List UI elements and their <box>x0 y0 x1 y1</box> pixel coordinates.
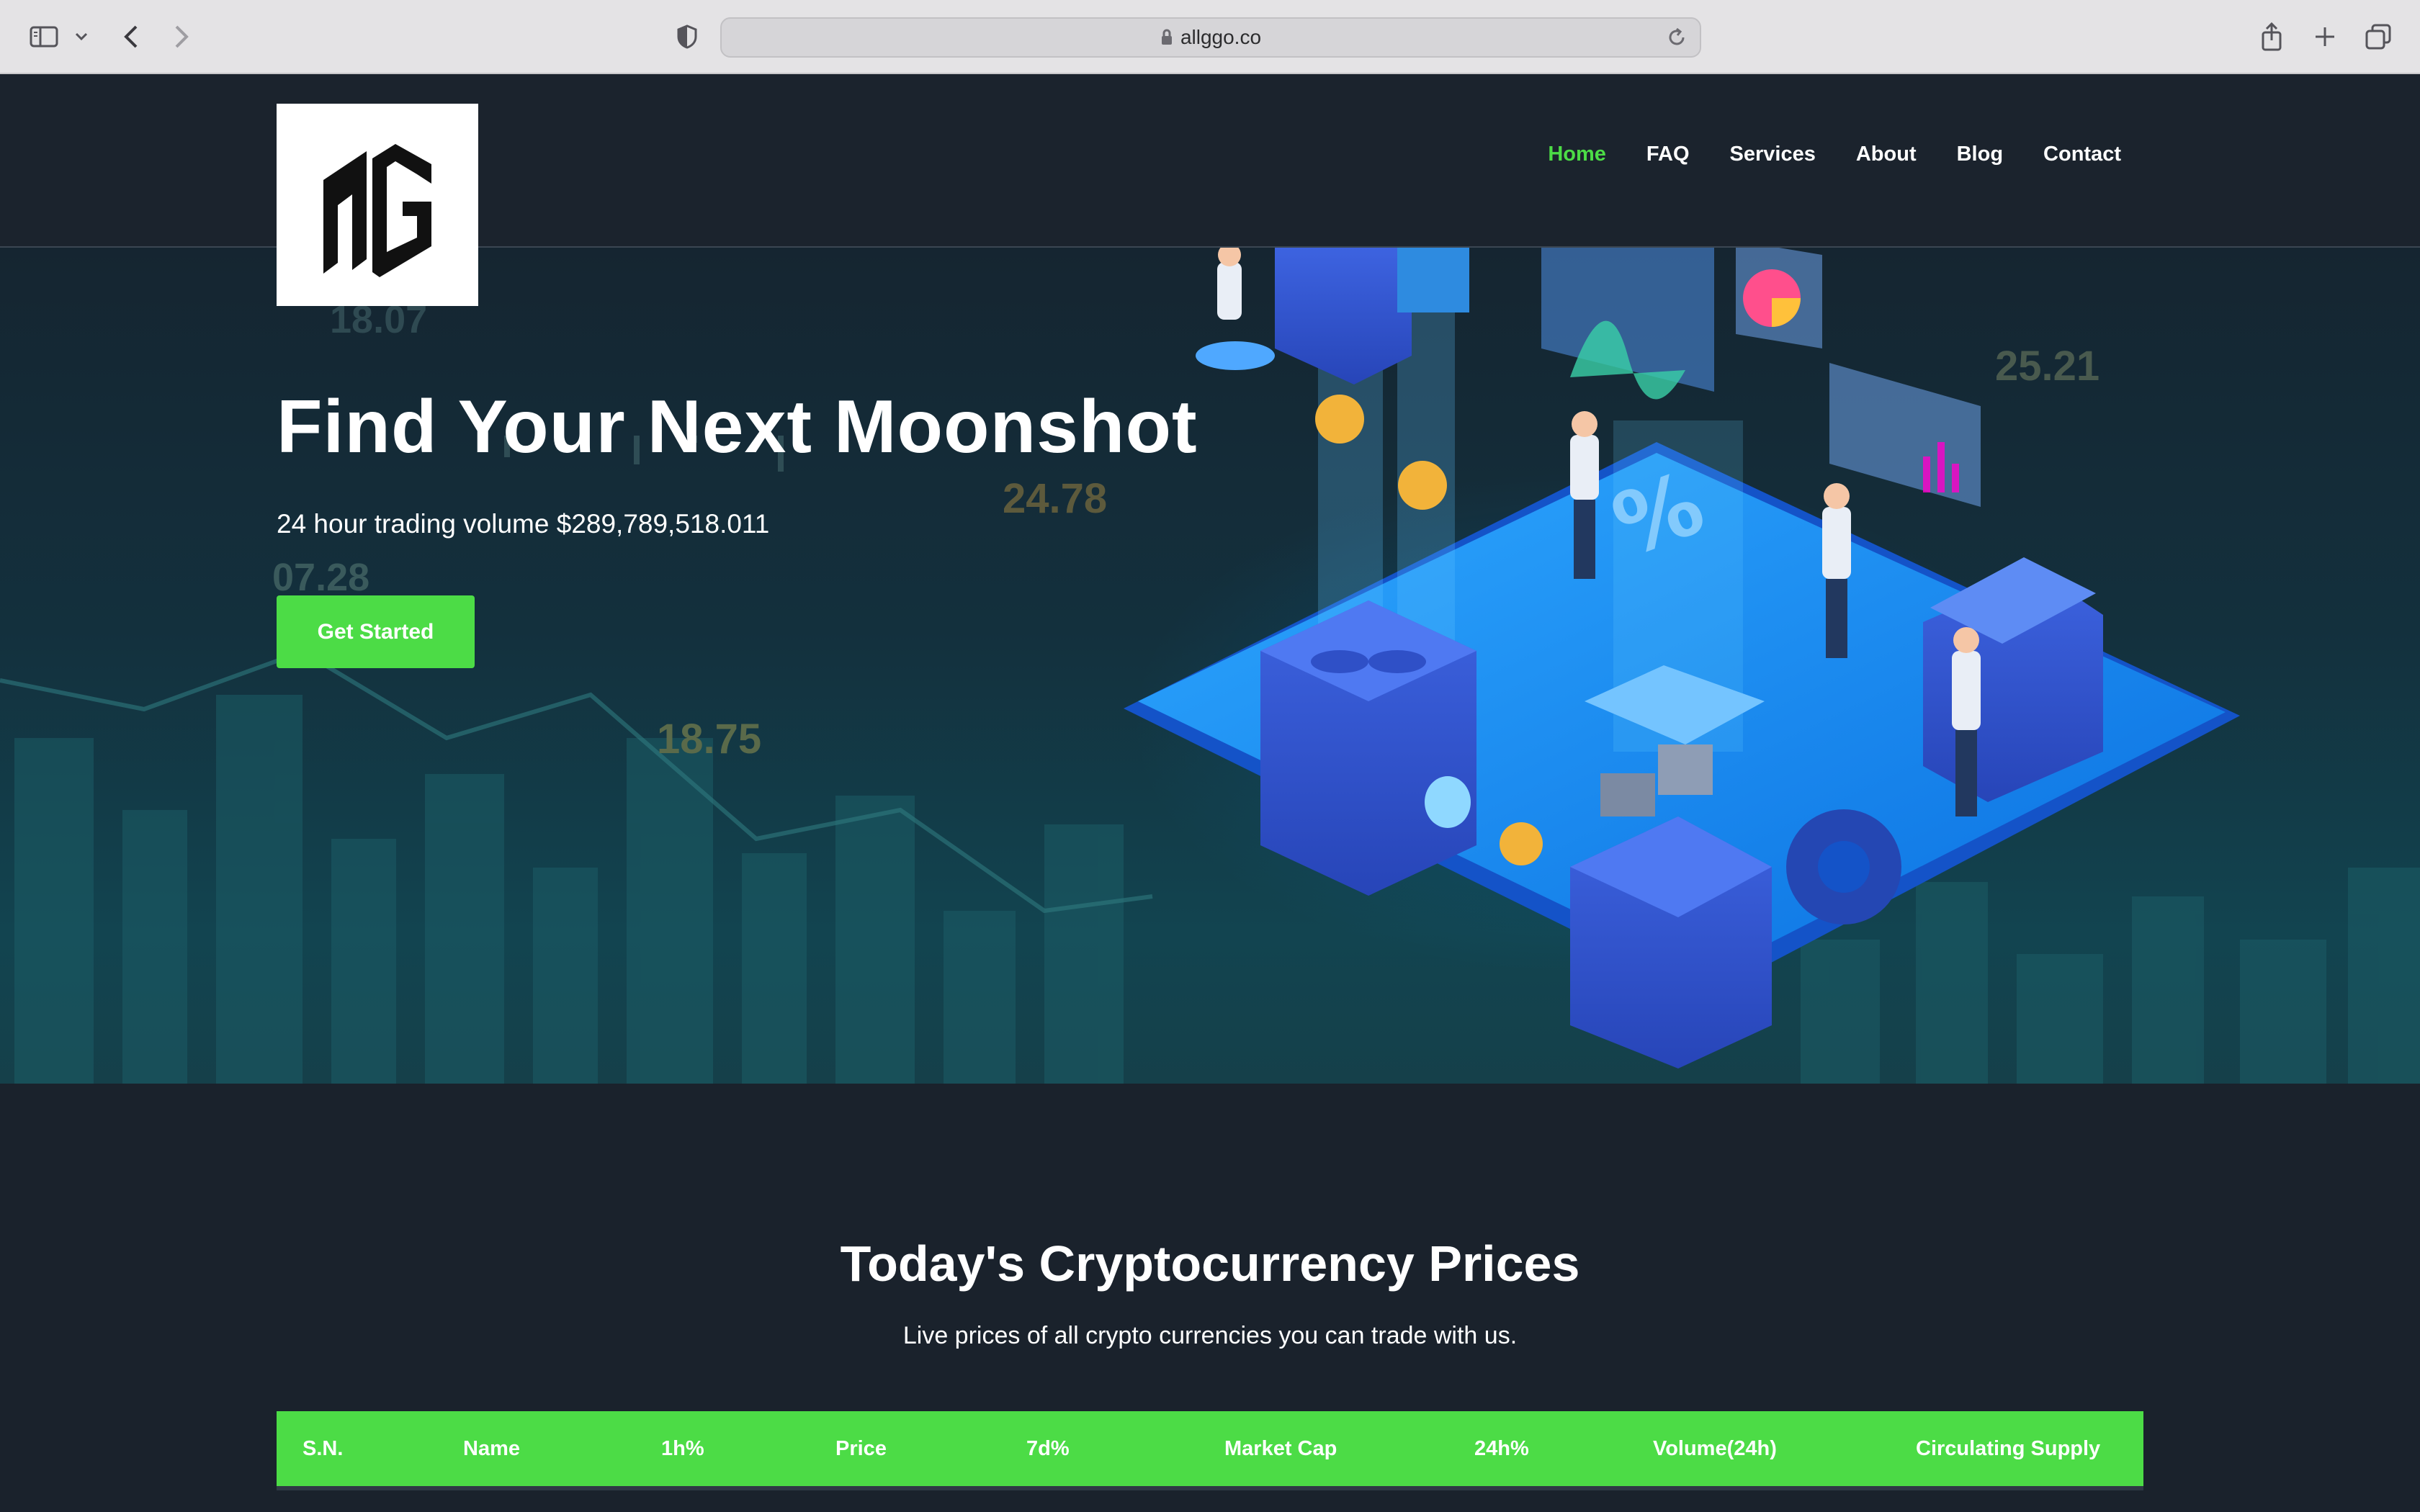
ag-logo-mark <box>323 143 431 277</box>
reload-icon[interactable] <box>1667 27 1687 48</box>
bg-number: 18.75 <box>657 716 762 762</box>
column-header-7d[interactable]: 7d% <box>1026 1411 1070 1486</box>
sidebar-icon[interactable] <box>26 19 62 55</box>
prices-table-header: S.N. Name 1h% Price 7d% Market Cap 24h% … <box>277 1411 2143 1490</box>
address-bar[interactable]: allggo.co <box>720 17 1701 58</box>
share-icon[interactable] <box>2257 19 2286 55</box>
nav-item-faq[interactable]: FAQ <box>1646 143 1690 166</box>
browser-toolbar: allggo.co <box>0 0 2420 74</box>
get-started-button[interactable]: Get Started <box>277 595 475 668</box>
hero-subtitle: 24 hour trading volume $289,789,518.011 <box>277 509 770 539</box>
hero-section: 18.07 24.78 07.28 18.75 25.21 % Home FAQ… <box>0 74 2420 1084</box>
column-header-volume-24h[interactable]: Volume(24h) <box>1653 1411 1777 1486</box>
forward-icon[interactable] <box>167 19 196 55</box>
column-header-1h[interactable]: 1h% <box>661 1411 704 1486</box>
nav-item-contact[interactable]: Contact <box>2043 143 2121 166</box>
nav-item-services[interactable]: Services <box>1730 143 1816 166</box>
column-header-name[interactable]: Name <box>463 1411 520 1486</box>
url-text: allggo.co <box>1180 26 1262 48</box>
nav-item-blog[interactable]: Blog <box>1957 143 2003 166</box>
column-header-market-cap[interactable]: Market Cap <box>1224 1411 1337 1486</box>
hero-title: Find Your Next Moonshot <box>277 385 1198 469</box>
new-tab-icon[interactable] <box>2311 19 2339 55</box>
website: 18.07 24.78 07.28 18.75 25.21 % Home FAQ… <box>0 74 2420 1512</box>
tab-overview-icon[interactable] <box>2364 19 2393 55</box>
back-icon[interactable] <box>117 19 145 55</box>
bg-number: 07.28 <box>272 556 370 599</box>
column-header-price[interactable]: Price <box>835 1411 887 1486</box>
main-nav: Home FAQ Services About Blog Contact <box>1507 143 2121 166</box>
crypto-platform-illustration: % <box>1124 248 2240 1068</box>
prices-section-title: Today's Cryptocurrency Prices <box>840 1236 1580 1292</box>
nav-item-about[interactable]: About <box>1856 143 1917 166</box>
nav-item-home[interactable]: Home <box>1548 143 1606 166</box>
privacy-shield-icon[interactable] <box>673 19 702 55</box>
lock-icon <box>1160 29 1173 46</box>
prices-section-subtitle: Live prices of all crypto currencies you… <box>902 1322 1518 1349</box>
bg-number: 24.78 <box>1003 475 1108 522</box>
column-header-circulating-supply[interactable]: Circulating Supply <box>1916 1411 2100 1486</box>
site-logo[interactable] <box>277 104 478 306</box>
chevron-down-icon[interactable] <box>71 19 92 55</box>
column-header-24h[interactable]: 24h% <box>1474 1411 1529 1486</box>
column-header-sn[interactable]: S.N. <box>302 1411 343 1486</box>
